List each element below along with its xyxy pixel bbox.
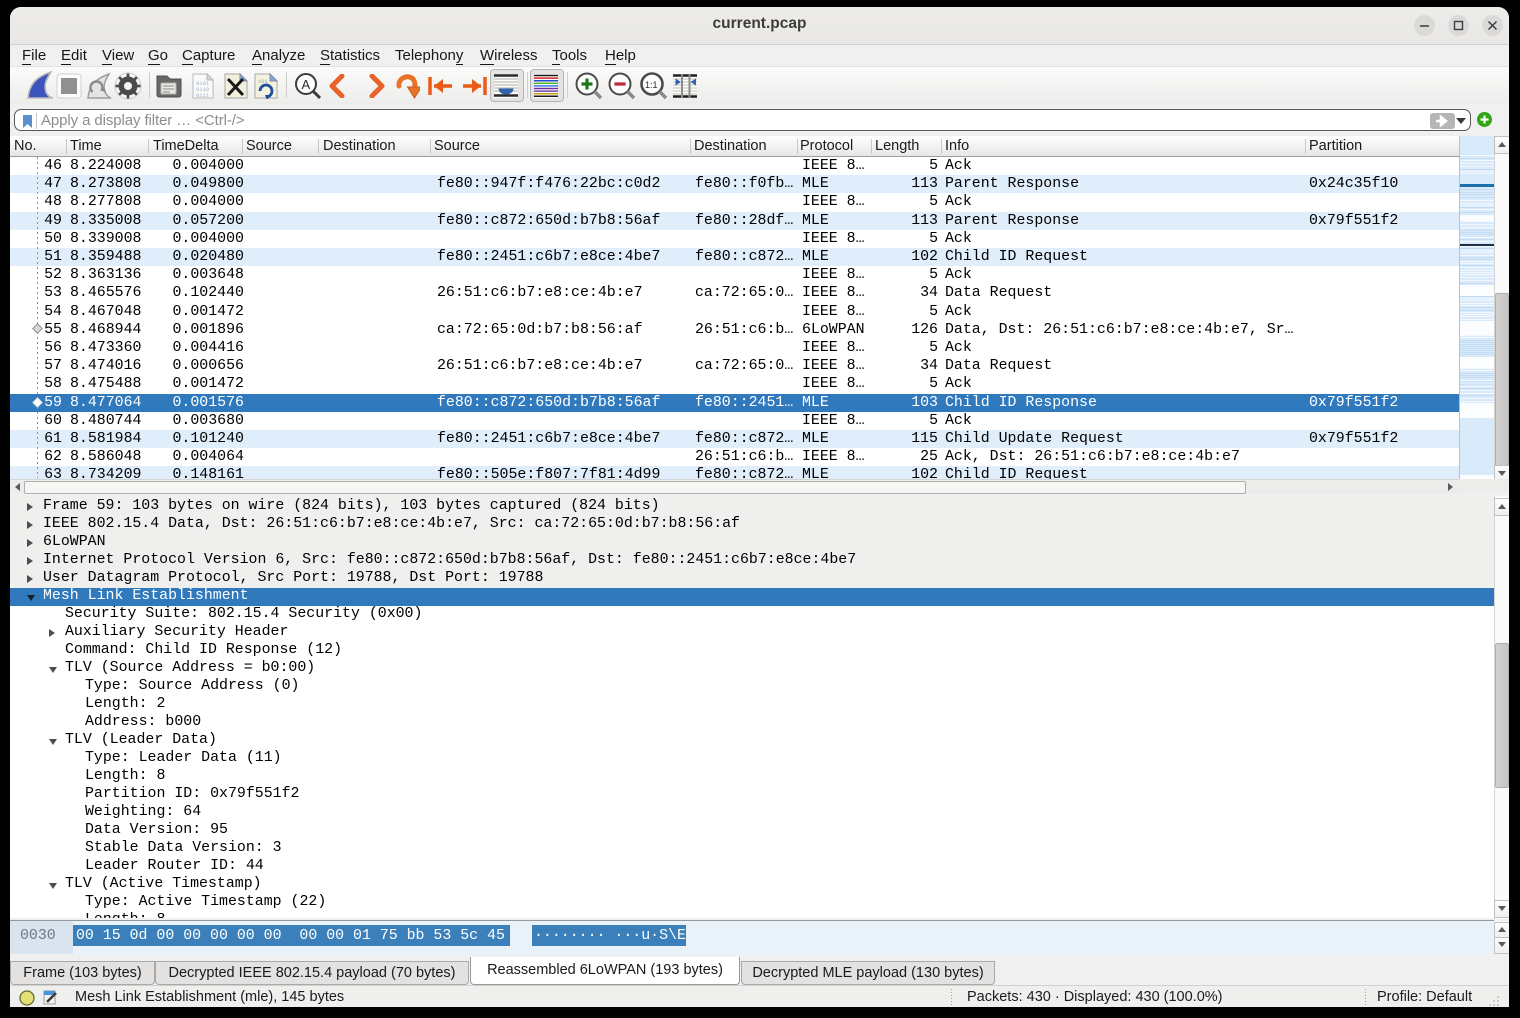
svg-text:1:1: 1:1 — [645, 80, 658, 90]
svg-text:A: A — [302, 77, 311, 92]
svg-text:0111: 0111 — [196, 92, 210, 99]
